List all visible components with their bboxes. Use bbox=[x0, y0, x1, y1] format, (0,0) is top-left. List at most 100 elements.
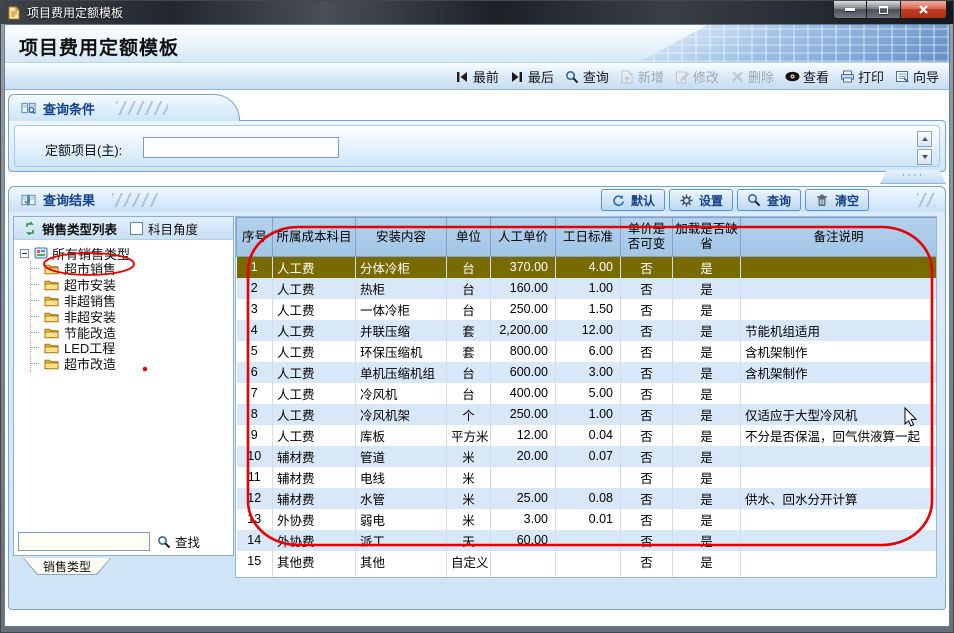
table-row[interactable]: 13外协费弱电米3.000.01否是 bbox=[237, 509, 937, 530]
quota-project-input[interactable] bbox=[143, 137, 339, 158]
spinner-down-button[interactable] bbox=[917, 149, 932, 165]
toolbar-button-wizard[interactable]: 向导 bbox=[895, 67, 939, 86]
table-cell: 20.00 bbox=[491, 446, 556, 467]
table-cell: 1.00 bbox=[556, 278, 621, 299]
tree-item-1[interactable]: 超市销售 bbox=[31, 261, 233, 277]
table-row[interactable]: 11辅材费电线米否是 bbox=[237, 467, 937, 488]
table-cell: 否 bbox=[621, 278, 673, 299]
table-row[interactable]: 12辅材费水管米25.000.08否是供水、回水分开计算 bbox=[237, 488, 937, 509]
table-cell: 热柜 bbox=[356, 278, 447, 299]
table-cell: 辅材费 bbox=[273, 467, 356, 488]
tree-search-input[interactable] bbox=[18, 532, 150, 551]
table-row[interactable]: 14外协费派工天60.00否是 bbox=[237, 530, 937, 551]
toolbar-button-label: 向导 bbox=[913, 67, 939, 86]
table-cell bbox=[491, 551, 556, 572]
toolbar-button-view[interactable]: 查看 bbox=[785, 67, 829, 86]
root-node-icon bbox=[33, 246, 48, 261]
toolbar-button-last[interactable]: 最后 bbox=[510, 67, 554, 86]
toolbar-button-print[interactable]: 打印 bbox=[840, 67, 884, 86]
column-header[interactable]: 备注说明 bbox=[741, 218, 937, 257]
tree-item-4[interactable]: 非超安装 bbox=[31, 308, 233, 324]
tab-sales-type[interactable]: 销售类型 bbox=[23, 558, 111, 575]
subject-angle-checkbox[interactable] bbox=[130, 222, 143, 235]
settings-icon bbox=[679, 193, 694, 208]
table-cell: 人工费 bbox=[273, 320, 356, 341]
toolbar-button-label: 查看 bbox=[803, 67, 829, 86]
column-header[interactable]: 所属成本科目 bbox=[273, 218, 356, 257]
spinner bbox=[917, 131, 932, 165]
button-label: 清空 bbox=[835, 192, 859, 209]
table-cell: 含机架制作 bbox=[741, 341, 937, 362]
table-row[interactable]: 5人工费环保压缩机套800.006.00否是含机架制作 bbox=[237, 341, 937, 362]
table-cell: 其他 bbox=[356, 551, 447, 572]
table-row[interactable]: 2人工费热柜台160.001.00否是 bbox=[237, 278, 937, 299]
table-cell: 否 bbox=[621, 425, 673, 446]
table-cell: 电线 bbox=[356, 467, 447, 488]
tree-item-5[interactable]: 节能改造 bbox=[31, 324, 233, 340]
table-cell: 否 bbox=[621, 299, 673, 320]
table-row[interactable]: 10辅材费管道米20.000.07否是 bbox=[237, 446, 937, 467]
quota-table-wrap: 序号所属成本科目安装内容单位人工单价工日标准单价是否可变加载是否缺省备注说明1人… bbox=[235, 216, 937, 578]
toolbar-button-search[interactable]: 查询 bbox=[565, 67, 609, 86]
table-cell: 250.00 bbox=[491, 404, 556, 425]
tree-item-7[interactable]: 超市改造 bbox=[31, 356, 233, 372]
table-cell: 11 bbox=[237, 467, 273, 488]
spinner-up-button[interactable] bbox=[917, 131, 932, 147]
column-header[interactable]: 工日标准 bbox=[556, 218, 621, 257]
minimize-icon bbox=[845, 8, 855, 11]
collapse-handle[interactable]: ···· bbox=[880, 170, 946, 184]
column-header[interactable]: 单价是否可变 bbox=[621, 218, 673, 257]
table-row[interactable]: 6人工费单机压缩机组台600.003.00否是含机架制作 bbox=[237, 362, 937, 383]
toolbar-button-first[interactable]: 最前 bbox=[455, 67, 499, 86]
refresh-icon[interactable] bbox=[22, 221, 37, 236]
table-cell: 是 bbox=[673, 404, 741, 425]
table-cell: 人工费 bbox=[273, 257, 356, 278]
default-button[interactable]: 默认 bbox=[601, 189, 665, 211]
find-button[interactable]: 查找 bbox=[156, 532, 200, 551]
clear-button[interactable]: 清空 bbox=[805, 189, 869, 211]
table-cell: 冷风机架 bbox=[356, 404, 447, 425]
close-icon bbox=[918, 4, 929, 15]
button-label: 查询 bbox=[767, 192, 791, 209]
tree-collapse-icon[interactable] bbox=[20, 249, 29, 258]
close-button[interactable] bbox=[901, 1, 947, 19]
tree-item-2[interactable]: 超市安装 bbox=[31, 277, 233, 293]
column-header[interactable]: 安装内容 bbox=[356, 218, 447, 257]
table-cell: 250.00 bbox=[491, 299, 556, 320]
column-header[interactable]: 单位 bbox=[447, 218, 491, 257]
folder-icon bbox=[44, 277, 59, 292]
tree-item-6[interactable]: LED工程 bbox=[31, 340, 233, 356]
column-header[interactable]: 人工单价 bbox=[491, 218, 556, 257]
table-row[interactable]: 3人工费一体冷柜台250.001.50否是 bbox=[237, 299, 937, 320]
table-cell bbox=[741, 446, 937, 467]
table-row[interactable]: 4人工费并联压缩套2,200.0012.00否是节能机组适用 bbox=[237, 320, 937, 341]
tree-item-3[interactable]: 非超销售 bbox=[31, 293, 233, 309]
table-cell: 否 bbox=[621, 446, 673, 467]
table-cell: 辅材费 bbox=[273, 446, 356, 467]
minimize-button[interactable] bbox=[833, 1, 867, 19]
table-cell: 是 bbox=[673, 299, 741, 320]
column-header[interactable]: 序号 bbox=[237, 218, 273, 257]
search-button[interactable]: 查询 bbox=[737, 189, 801, 211]
folder-icon bbox=[44, 356, 59, 371]
table-row[interactable]: 1人工费分体冷柜台370.004.00否是 bbox=[237, 257, 937, 278]
table-row[interactable]: 8人工费冷风机架个250.001.00否是仅适应于大型冷风机 bbox=[237, 404, 937, 425]
query-conditions-tab[interactable]: 查询条件 bbox=[8, 94, 240, 121]
table-cell: 3.00 bbox=[491, 509, 556, 530]
titlebar[interactable]: 项目费用定额模板 bbox=[1, 1, 953, 24]
results-hatch-decoration bbox=[112, 193, 158, 207]
table-cell: 其他费 bbox=[273, 551, 356, 572]
table-row[interactable]: 9人工费库板平方米12.000.04否是不分是否保温，回气供液算一起 bbox=[237, 425, 937, 446]
column-header[interactable]: 加载是否缺省 bbox=[673, 218, 741, 257]
table-cell bbox=[741, 509, 937, 530]
table-row[interactable]: 7人工费冷风机台400.005.00否是 bbox=[237, 383, 937, 404]
table-cell: 平方米 bbox=[447, 425, 491, 446]
table-cell: 台 bbox=[447, 383, 491, 404]
tree-root[interactable]: 所有销售类型 bbox=[20, 245, 233, 261]
wizard-icon bbox=[895, 69, 910, 84]
settings-button[interactable]: 设置 bbox=[669, 189, 733, 211]
maximize-button[interactable] bbox=[867, 1, 901, 19]
last-icon bbox=[510, 69, 525, 84]
table-cell bbox=[556, 467, 621, 488]
table-row[interactable]: 15其他费其他自定义否是 bbox=[237, 551, 937, 572]
